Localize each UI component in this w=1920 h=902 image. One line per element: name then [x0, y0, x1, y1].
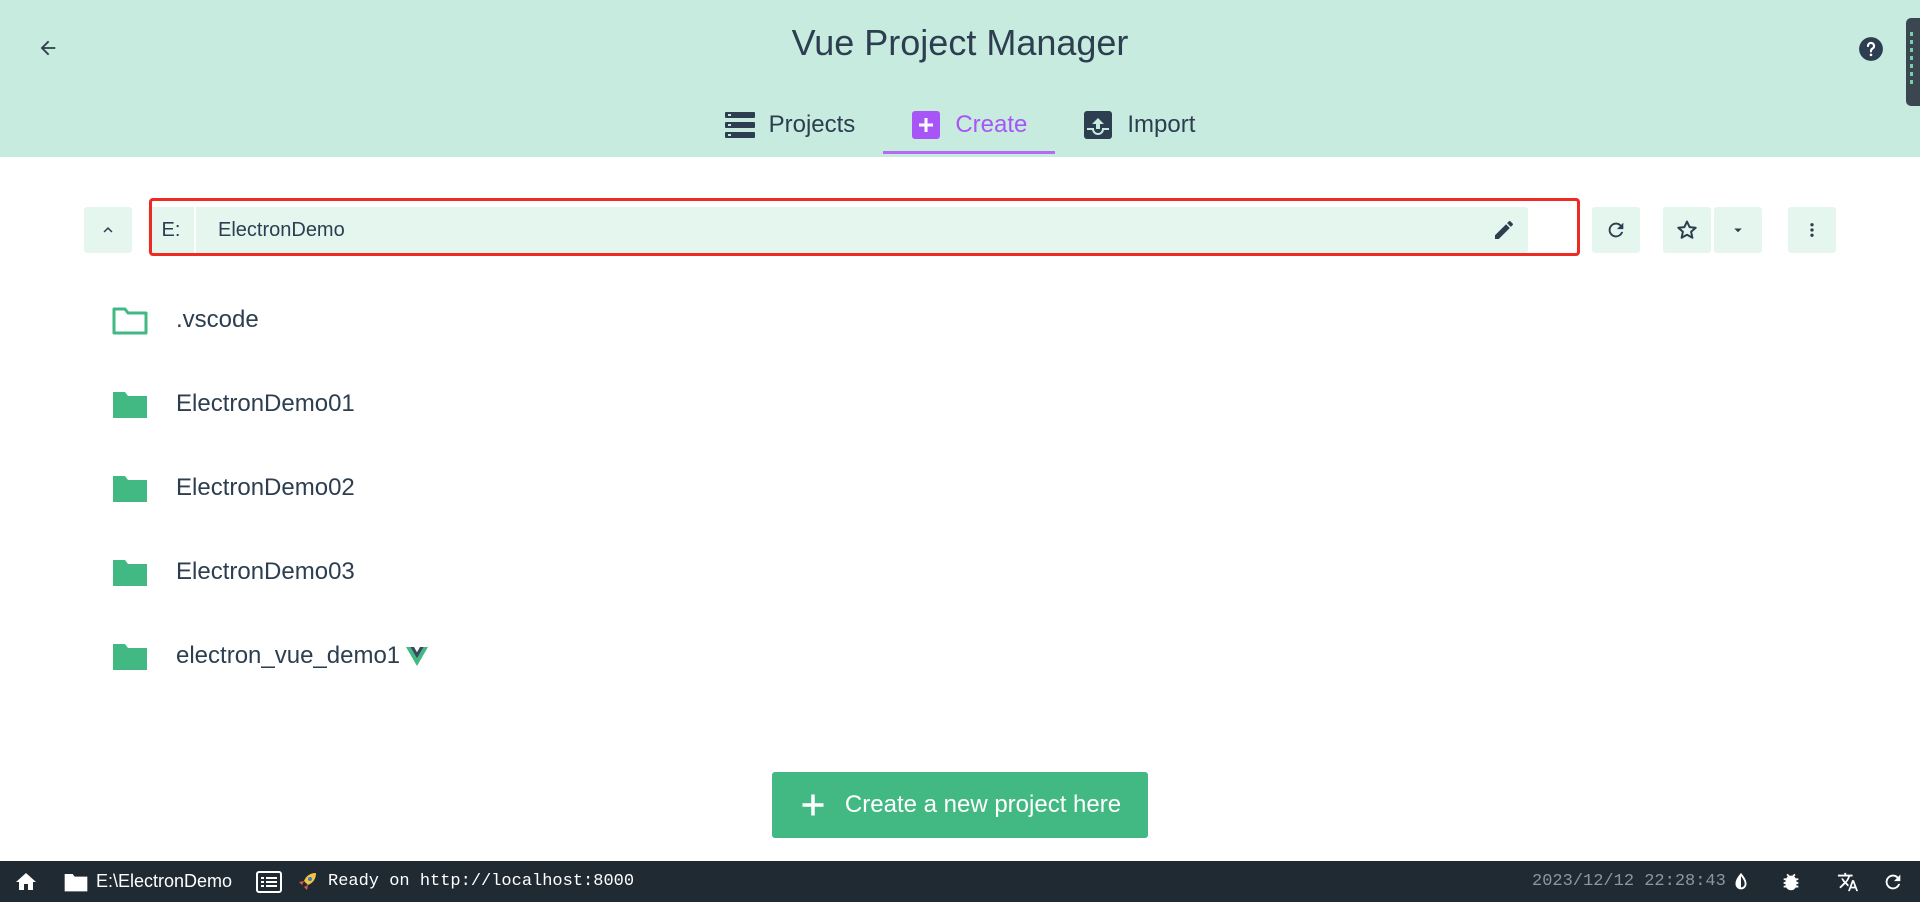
- home-button[interactable]: [14, 861, 38, 902]
- tab-bar: Projects Create Import: [0, 98, 1920, 157]
- page-title: Vue Project Manager: [791, 22, 1129, 63]
- path-breadcrumb: E: ElectronDemo: [148, 207, 1528, 253]
- help-button[interactable]: [1858, 36, 1884, 62]
- pencil-icon[interactable]: [1492, 218, 1516, 242]
- tab-import[interactable]: Import: [1055, 98, 1223, 154]
- clock-time: 2023/12/12 22:28:43: [1532, 872, 1726, 891]
- contrast-icon: [1735, 872, 1747, 889]
- log-text: Ready on http://localhost:8000: [328, 872, 635, 891]
- cwd-button[interactable]: E:\ElectronDemo: [64, 861, 232, 902]
- tab-create[interactable]: Create: [883, 98, 1056, 154]
- collapse-button[interactable]: [84, 207, 132, 253]
- tab-import-label: Import: [1127, 110, 1196, 138]
- bug-icon: [1783, 873, 1799, 890]
- create-project-label: Create a new project here: [844, 791, 1122, 818]
- translate-icon: [1837, 872, 1859, 891]
- plus-box-icon: [911, 110, 941, 140]
- plus-icon: [802, 794, 824, 816]
- favorites-dropdown-button[interactable]: [1714, 207, 1762, 253]
- create-project-button[interactable]: Create a new project here: [772, 772, 1148, 838]
- more-options-button[interactable]: [1788, 207, 1836, 253]
- vue-logo-icon: [406, 647, 429, 666]
- list-item[interactable]: ElectronDemo02: [112, 458, 1812, 518]
- reload-button[interactable]: [1882, 861, 1904, 902]
- folder-name: ElectronDemo01: [176, 390, 355, 417]
- list-item[interactable]: ElectronDemo01: [112, 374, 1812, 434]
- log-message: Ready on http://localhost:8000: [296, 861, 634, 902]
- list-icon: [724, 110, 755, 140]
- help-icon: [1859, 37, 1883, 61]
- star-outline-icon: [1677, 220, 1697, 239]
- folder-icon: [113, 392, 147, 418]
- home-icon: [16, 872, 36, 890]
- refresh-icon: [1885, 874, 1901, 889]
- refresh-icon: [1608, 222, 1624, 238]
- console-icon: [256, 870, 282, 893]
- chevron-up-icon: [103, 227, 113, 233]
- folder-icon: [113, 476, 147, 502]
- favorite-button[interactable]: [1663, 207, 1711, 253]
- logs-button[interactable]: [256, 861, 282, 902]
- folder-icon: [64, 873, 88, 891]
- path-toolbar: E: ElectronDemo: [84, 207, 1836, 253]
- folder-icon: [113, 560, 147, 586]
- clock: 2023/12/12 22:28:43: [1532, 861, 1726, 902]
- folder-name: ElectronDemo02: [176, 474, 355, 501]
- tab-create-label: Create: [955, 110, 1028, 138]
- status-bar: E:\ElectronDemo Ready on http://localhos…: [0, 861, 1920, 902]
- list-item[interactable]: .vscode: [112, 290, 1812, 350]
- scrollbar[interactable]: [1906, 18, 1920, 106]
- app-header: Vue Project Manager Projects Create Impo…: [0, 0, 1920, 157]
- dark-mode-toggle[interactable]: [1730, 861, 1752, 902]
- translate-button[interactable]: [1836, 861, 1860, 902]
- folder-outline-icon: [112, 307, 148, 335]
- rocket-icon: [299, 872, 316, 890]
- list-item[interactable]: electron_vue_demo1: [112, 626, 1812, 686]
- folder-segment[interactable]: ElectronDemo: [218, 207, 345, 253]
- caret-down-icon: [1734, 228, 1742, 233]
- folder-name: ElectronDemo03: [176, 558, 355, 585]
- drive-segment[interactable]: E:: [148, 207, 196, 253]
- list-item[interactable]: ElectronDemo03: [112, 542, 1812, 602]
- tab-projects[interactable]: Projects: [697, 98, 884, 154]
- folder-name: electron_vue_demo1: [176, 642, 401, 669]
- folder-icon: [113, 644, 147, 670]
- refresh-button[interactable]: [1592, 207, 1640, 253]
- more-vertical-icon: [1810, 223, 1814, 237]
- tab-projects-label: Projects: [768, 110, 856, 138]
- import-box-icon: [1083, 110, 1113, 140]
- folder-name: .vscode: [176, 306, 259, 333]
- bug-report-button[interactable]: [1780, 861, 1802, 902]
- cwd-path: E:\ElectronDemo: [96, 871, 233, 891]
